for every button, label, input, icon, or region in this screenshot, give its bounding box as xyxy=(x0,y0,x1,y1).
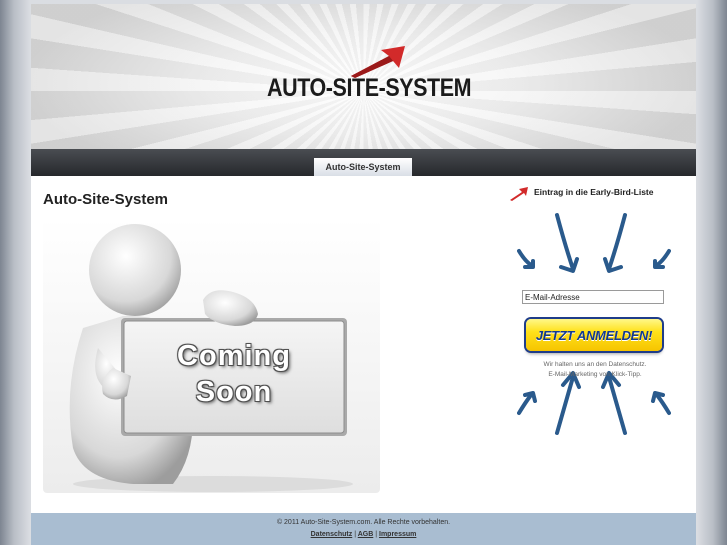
privacy-line-1: Wir halten uns an den Datenschutz. xyxy=(543,361,647,368)
footer-separator: | xyxy=(375,531,378,538)
coming-soon-text: Coming Soon xyxy=(121,338,347,410)
coming-soon-line1: Coming xyxy=(177,340,291,372)
footer-links: Datenschutz | AGB | Impressum xyxy=(31,531,696,538)
main-nav: Auto-Site-System xyxy=(31,149,696,176)
site-footer: © 2011 Auto-Site-System.com. Alle Rechte… xyxy=(31,513,696,545)
tab-auto-site-system[interactable]: Auto-Site-System xyxy=(314,158,412,176)
site-header: AUTO-SITE-SYSTEM xyxy=(31,4,696,149)
page-container: AUTO-SITE-SYSTEM Auto-Site-System Auto-S… xyxy=(31,4,696,545)
coming-soon-line2: Soon xyxy=(195,376,273,408)
logo-swoosh-small-icon xyxy=(510,187,528,201)
site-logo[interactable]: AUTO-SITE-SYSTEM xyxy=(267,46,487,106)
footer-link-datenschutz[interactable]: Datenschutz xyxy=(311,531,353,538)
footer-link-agb[interactable]: AGB xyxy=(358,531,374,538)
footer-copyright: © 2011 Auto-Site-System.com. Alle Rechte… xyxy=(276,519,451,526)
footer-link-impressum[interactable]: Impressum xyxy=(379,531,416,538)
privacy-line-2: E-Mail-Marketing von Klick-Tipp. xyxy=(548,371,642,378)
footer-separator: | xyxy=(354,531,357,538)
sidebar-title: Eintrag in die Early-Bird-Liste xyxy=(534,187,654,197)
logo-text: AUTO-SITE-SYSTEM xyxy=(267,74,472,102)
privacy-note: Wir halten uns an den Datenschutz. E-Mai… xyxy=(525,360,665,380)
email-field[interactable] xyxy=(522,290,664,304)
page-title: Auto-Site-System xyxy=(43,191,169,208)
signup-button[interactable]: JETZT ANMELDEN! xyxy=(526,319,662,351)
coming-soon-image: Coming Soon xyxy=(43,218,380,493)
